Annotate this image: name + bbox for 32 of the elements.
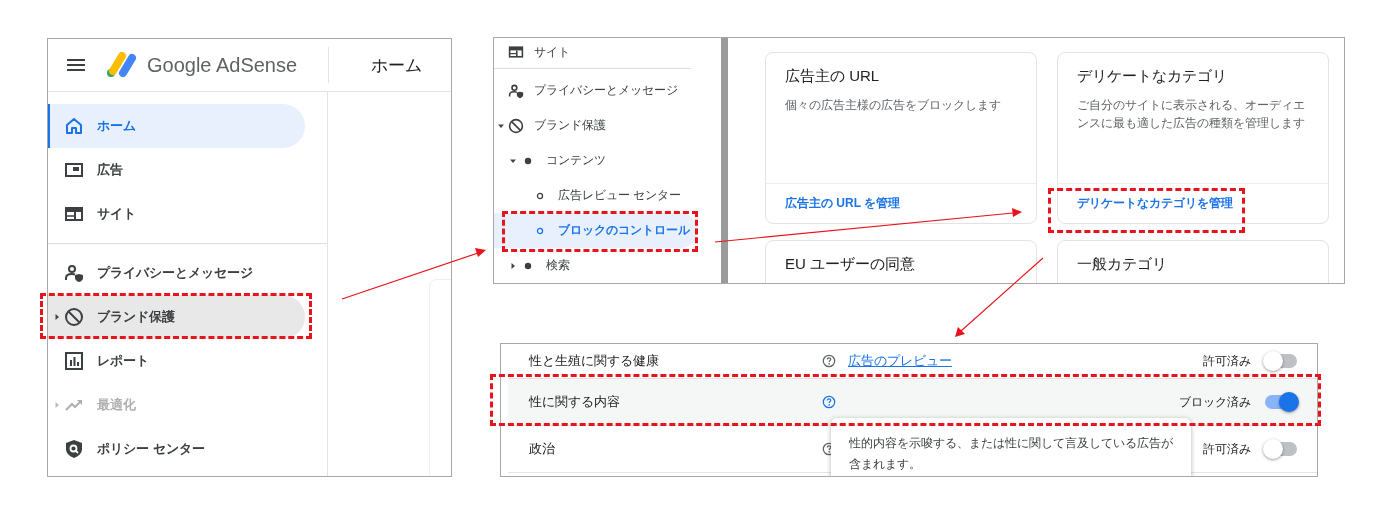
- manage-link[interactable]: 広告主の URL を管理: [785, 195, 901, 212]
- category-name: 政治: [529, 440, 556, 458]
- manage-link[interactable]: デリケートなカテゴリを管理: [1077, 195, 1233, 212]
- card-description: ご自分のサイトに表示される、オーディエンスに最も適した広告の種類を管理します: [1077, 97, 1306, 132]
- logo-text: Google AdSense: [147, 53, 298, 77]
- nav-item[interactable]: ポリシー センター: [48, 427, 305, 471]
- nav-item[interactable]: ブランド保護: [494, 108, 698, 143]
- nav-item[interactable]: 広告: [48, 148, 305, 192]
- nav-item[interactable]: ブロックのコントロール: [494, 213, 698, 248]
- card-title: EU ユーザーの同意: [785, 255, 916, 274]
- card-title: 広告主の URL: [785, 67, 881, 86]
- category-name: 性と生殖に関する健康: [529, 352, 660, 370]
- category-name: 性に関する内容: [529, 393, 621, 411]
- preview-link[interactable]: 広告のプレビュー: [848, 352, 952, 370]
- nav-item[interactable]: ブランド保護: [48, 295, 305, 339]
- card-title: 一般カテゴリ: [1077, 255, 1168, 274]
- nav-item[interactable]: プライバシーとメッセージ: [48, 251, 305, 295]
- nav-item[interactable]: 広告レビュー センター: [494, 178, 698, 213]
- page-title: ホーム: [371, 54, 422, 77]
- nav-item[interactable]: レポート: [48, 339, 305, 383]
- status-label: ブロック済み: [1179, 393, 1251, 411]
- nav-item[interactable]: サイト: [48, 192, 305, 236]
- nav-item[interactable]: 検索: [494, 248, 698, 283]
- tooltip-text: 性的内容を示唆する、または性に関して言及している広告が含まれます。: [849, 436, 1173, 472]
- nav-item[interactable]: ホーム: [48, 104, 305, 148]
- status-label: 許可済み: [1203, 440, 1251, 458]
- nav-item[interactable]: プライバシーとメッセージ: [494, 73, 698, 108]
- card-title: デリケートなカテゴリ: [1077, 67, 1228, 86]
- status-label: 許可済み: [1203, 352, 1251, 370]
- nav-item[interactable]: コンテンツ: [494, 143, 698, 178]
- nav-item[interactable]: サイト: [494, 40, 698, 64]
- card-description: 個々の広告主様の広告をブロックします: [785, 97, 1002, 114]
